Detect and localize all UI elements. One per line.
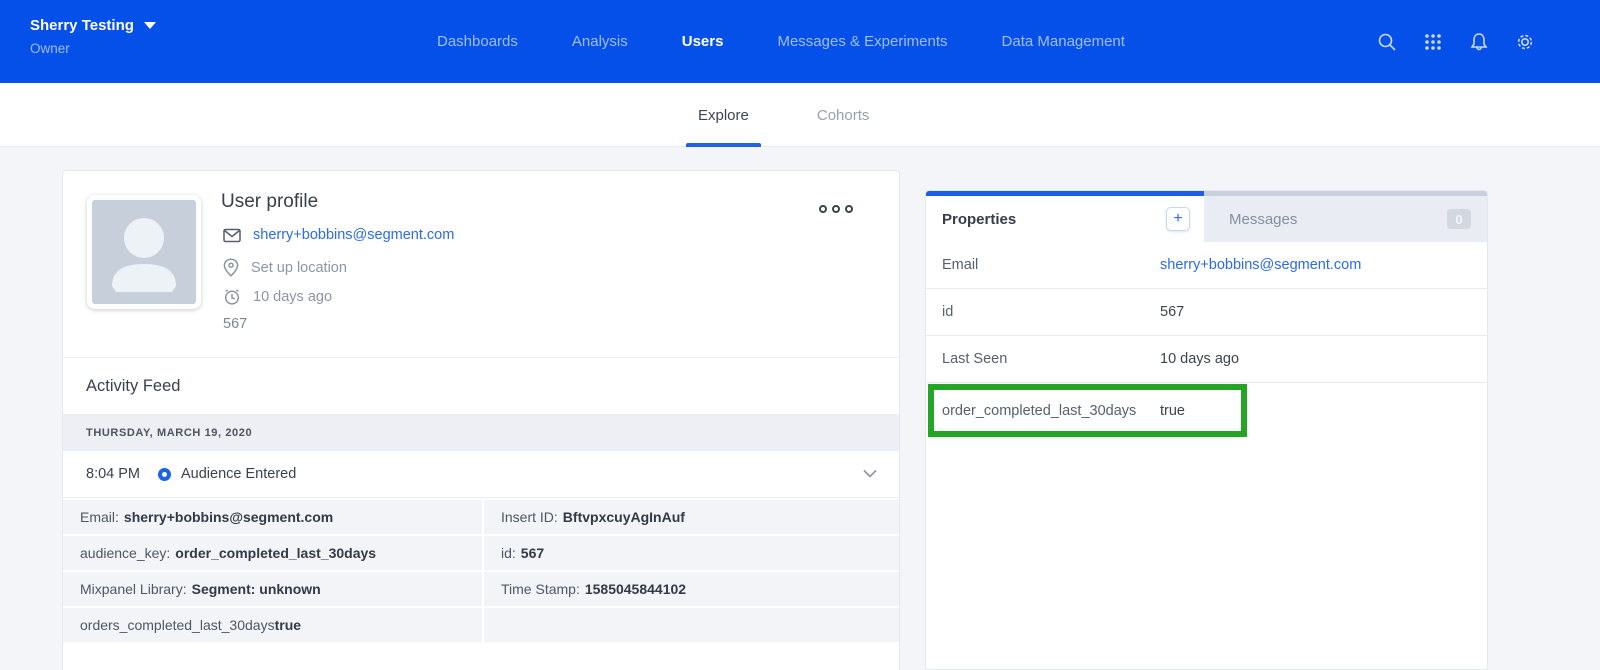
activity-feed-title: Activity Feed [86, 377, 180, 396]
property-label: id [926, 304, 1160, 320]
property-label: order_completed_last_30days [926, 403, 1160, 419]
add-property-button[interactable]: + [1166, 207, 1190, 231]
page-tab-bar: Explore Cohorts [0, 83, 1600, 147]
profile-header: User profile sherry+bobbins@segment.com … [63, 171, 899, 358]
envelope-icon [223, 228, 241, 243]
profile-location-row: Set up location [223, 258, 347, 277]
nav-item-dashboards[interactable]: Dashboards [437, 33, 518, 50]
properties-tab-bar: Properties + Messages 0 [926, 191, 1487, 242]
activity-date-header: THURSDAY, MARCH 19, 2020 [63, 415, 899, 451]
event-name: Audience Entered [181, 466, 296, 482]
property-label: Last Seen [926, 351, 1160, 367]
detail-cell: orders_completed_last_30daystrue [63, 608, 482, 642]
profile-user-id: 567 [223, 316, 247, 332]
user-profile-card: User profile sherry+bobbins@segment.com … [62, 170, 900, 670]
primary-nav: Dashboards Analysis Users Messages & Exp… [437, 0, 1125, 83]
location-pin-icon [223, 258, 239, 277]
detail-cell-empty [484, 608, 899, 642]
set-up-location-link[interactable]: Set up location [251, 260, 347, 276]
more-options-icon[interactable] [815, 201, 857, 217]
tab-properties[interactable]: Properties + [926, 191, 1204, 242]
property-row-order-completed: order_completed_last_30days true [926, 383, 1487, 438]
profile-last-seen-row: 10 days ago [223, 288, 332, 306]
tab-explore-label: Explore [698, 107, 749, 124]
notifications-bell-icon[interactable] [1468, 31, 1490, 53]
nav-item-messages-experiments[interactable]: Messages & Experiments [777, 33, 947, 50]
workspace-name[interactable]: Sherry Testing [30, 17, 134, 34]
property-value-email-link[interactable]: sherry+bobbins@segment.com [1160, 257, 1361, 273]
avatar [87, 195, 201, 309]
collapse-chevron-icon[interactable] [863, 465, 877, 483]
event-detail-table: Email:sherry+bobbins@segment.com Insert … [63, 498, 899, 642]
settings-gear-icon[interactable] [1514, 31, 1536, 53]
profile-email-row: sherry+bobbins@segment.com [223, 227, 454, 243]
tab-cohorts-label: Cohorts [817, 107, 870, 124]
detail-cell: id:567 [484, 536, 899, 570]
event-time: 8:04 PM [86, 466, 158, 482]
detail-cell: Time Stamp:1585045844102 [484, 572, 899, 606]
tab-properties-label: Properties [942, 211, 1016, 228]
search-icon[interactable] [1376, 31, 1398, 53]
nav-item-data-management[interactable]: Data Management [1002, 33, 1125, 50]
apps-grid-icon[interactable] [1422, 31, 1444, 53]
property-label: Email [926, 257, 1160, 273]
property-value: true [1160, 403, 1185, 419]
activity-feed-header: Activity Feed [63, 358, 899, 415]
nav-item-analysis[interactable]: Analysis [572, 33, 628, 50]
property-row-email: Email sherry+bobbins@segment.com [926, 242, 1487, 289]
detail-cell: Email:sherry+bobbins@segment.com [63, 500, 482, 534]
workspace-role: Owner [30, 41, 156, 56]
property-row-id: id 567 [926, 289, 1487, 336]
top-navigation-bar: Sherry Testing Owner Dashboards Analysis… [0, 0, 1600, 83]
activity-date-label: THURSDAY, MARCH 19, 2020 [86, 427, 252, 439]
chevron-down-icon [144, 22, 156, 29]
properties-card: Properties + Messages 0 Email sherry+bob… [925, 190, 1488, 670]
tab-messages[interactable]: Messages 0 [1204, 191, 1487, 242]
tab-messages-label: Messages [1229, 211, 1297, 228]
detail-cell: Insert ID:BftvpxcuyAgInAuf [484, 500, 899, 534]
property-value: 567 [1160, 304, 1184, 320]
workspace-switcher[interactable]: Sherry Testing Owner [30, 17, 156, 56]
alarm-clock-icon [223, 288, 241, 306]
tab-explore[interactable]: Explore [686, 83, 761, 147]
profile-last-seen: 10 days ago [253, 289, 332, 305]
detail-cell: Mixpanel Library:Segment: unknown [63, 572, 482, 606]
nav-icon-group [1376, 0, 1536, 83]
tab-cohorts[interactable]: Cohorts [805, 83, 882, 147]
detail-cell: audience_key:order_completed_last_30days [63, 536, 482, 570]
property-value: 10 days ago [1160, 351, 1239, 367]
nav-item-users[interactable]: Users [682, 33, 724, 50]
main-content: User profile sherry+bobbins@segment.com … [0, 147, 1600, 670]
profile-title: User profile [221, 191, 318, 213]
activity-event-row[interactable]: 8:04 PM Audience Entered [63, 451, 899, 498]
property-row-last-seen: Last Seen 10 days ago [926, 336, 1487, 383]
messages-count-badge: 0 [1447, 209, 1471, 229]
profile-email-link[interactable]: sherry+bobbins@segment.com [253, 227, 454, 243]
audience-entered-icon [158, 468, 171, 481]
